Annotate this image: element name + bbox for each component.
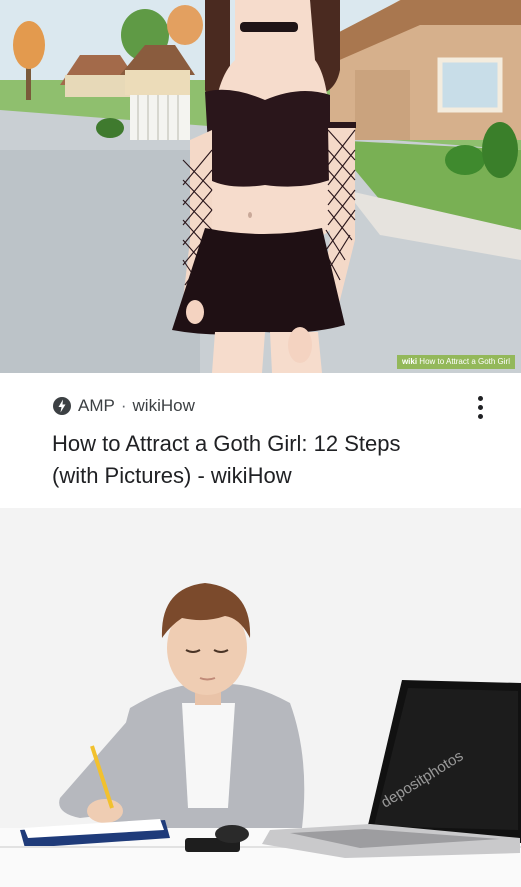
wikihow-watermark: wiki How to Attract a Goth Girl	[396, 355, 515, 369]
goth-girl-illustration	[0, 0, 521, 373]
amp-label: AMP	[78, 396, 115, 415]
search-result-card[interactable]: AMP · wikiHow How to Attract a Goth Girl…	[0, 373, 521, 508]
stock-photo-boy-laptop: depositphotos	[0, 508, 521, 887]
result-title-link[interactable]: How to Attract a Goth Girl: 12 Steps (wi…	[52, 428, 452, 492]
source-site[interactable]: wikiHow	[133, 396, 195, 416]
lightning-bolt-icon	[53, 397, 71, 415]
result-source: AMP · wikiHow	[52, 395, 195, 417]
more-vert-icon[interactable]	[466, 387, 494, 427]
boy-writing-photo: depositphotos	[0, 508, 521, 887]
wikihow-illustration: wiki How to Attract a Goth Girl	[0, 0, 521, 373]
source-separator: ·	[120, 396, 127, 415]
